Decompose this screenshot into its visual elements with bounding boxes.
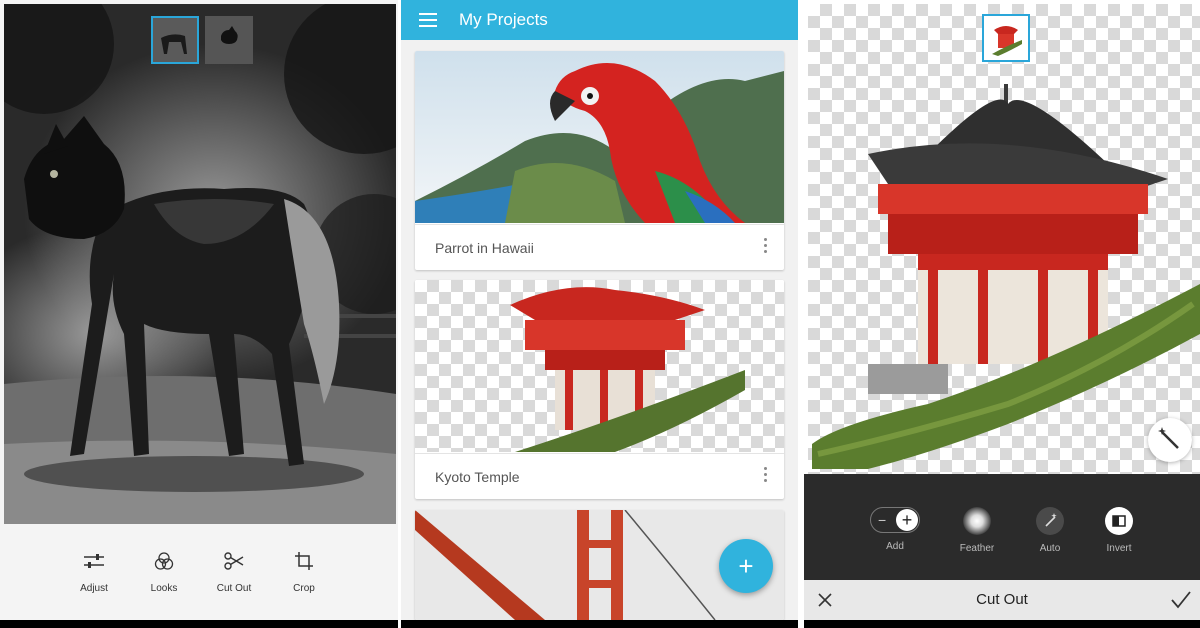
checkmark-icon[interactable] [1170,590,1192,610]
tool-cutout[interactable]: Cut Out [212,550,256,620]
project-name: Parrot in Hawaii [415,224,784,270]
tool-auto-label: Auto [1039,543,1061,554]
tool-feather-label: Feather [959,543,995,554]
sliders-icon [84,554,104,568]
magic-wand-icon [1158,427,1179,449]
tool-adjust[interactable]: Adjust [72,550,116,620]
temple-cutout-image [812,84,1200,469]
page-title: My Projects [459,10,548,29]
more-options-icon[interactable] [764,238,768,256]
hamburger-menu-icon[interactable] [419,13,437,27]
crop-icon [295,552,313,570]
tool-add-label: Add [886,541,904,552]
magic-wand-icon [1036,507,1064,535]
composite-photo[interactable] [4,4,396,524]
system-nav-bar [0,620,398,628]
tool-looks[interactable]: Looks [142,550,186,620]
tool-adjust-label: Adjust [80,583,108,594]
add-subtract-icon[interactable]: − + [870,507,920,533]
scissors-icon [224,552,244,570]
layer-thumbnail-photo[interactable] [151,16,199,64]
horse-thumbnail-image [153,18,197,62]
tool-invert[interactable]: Invert [1099,507,1139,554]
feather-icon [963,507,991,535]
looks-circles-icon [154,552,174,570]
kyoto-project-image [415,280,784,452]
edit-screen: Adjust Looks Cut Out Crop [0,0,398,628]
more-options-icon[interactable] [764,467,768,485]
temple-cutout-image [510,287,745,452]
tool-add[interactable]: − + Add [870,507,920,552]
system-nav-bar [401,620,798,628]
tool-crop-label: Crop [293,583,315,594]
project-card-kyoto[interactable]: Kyoto Temple [415,280,784,499]
cutout-canvas[interactable] [808,4,1200,474]
refine-wand-button[interactable] [1148,418,1192,462]
project-name: Kyoto Temple [415,453,784,499]
cutout-screen: − + Add Feather Auto Invert Cut Out [804,0,1200,628]
cutout-action-bar: Cut Out [804,580,1200,620]
horse-cat-composite-image [4,4,396,524]
invert-icon [1105,507,1133,535]
add-project-button[interactable]: + [719,539,773,593]
tool-invert-label: Invert [1106,543,1132,554]
layer-thumbnail-cutout[interactable] [205,16,253,64]
temple-thumbnail-image [992,26,1022,56]
system-nav-bar [804,620,1200,628]
tool-auto[interactable]: Auto [1030,507,1070,554]
projects-screen: My Projects Parrot in Hawaii Kyoto Templ… [401,0,798,628]
cutout-toolbar: − + Add Feather Auto Invert [804,474,1200,580]
tool-looks-label: Looks [150,583,178,594]
cat-thumbnail-image [221,26,238,44]
layer-thumbnail-temple[interactable] [982,14,1030,62]
edit-toolbar: Adjust Looks Cut Out Crop [0,524,398,620]
project-card-parrot[interactable]: Parrot in Hawaii [415,51,784,270]
tool-cutout-label: Cut Out [216,583,252,594]
app-bar: My Projects [401,0,798,40]
tool-crop[interactable]: Crop [282,550,326,620]
tool-feather[interactable]: Feather [957,507,997,554]
cutout-title: Cut Out [976,591,1028,608]
parrot-project-image [415,51,784,223]
